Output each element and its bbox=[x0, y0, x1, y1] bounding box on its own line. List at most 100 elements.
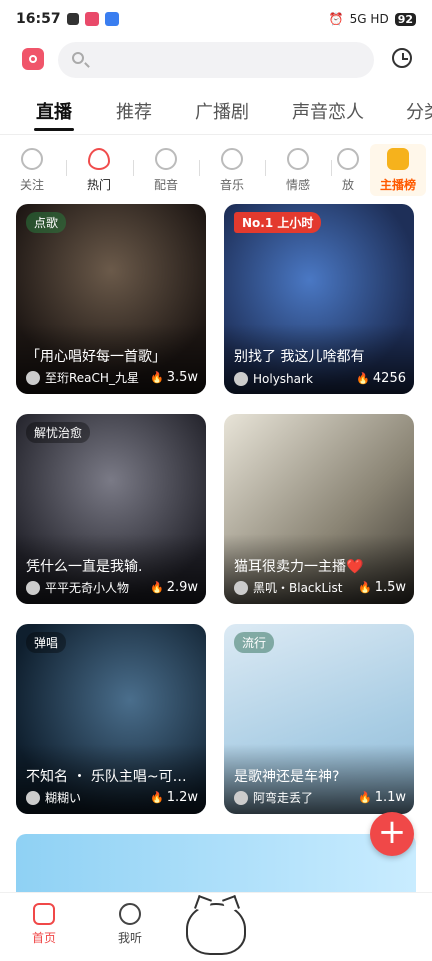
search-row bbox=[0, 40, 432, 80]
host-name: 阿弯走丢了 bbox=[253, 791, 314, 805]
divider bbox=[265, 160, 266, 176]
tab-live[interactable]: 直播 bbox=[36, 98, 72, 124]
avatar bbox=[26, 580, 40, 595]
category-label: 主播榜 bbox=[379, 178, 416, 192]
category-label: 热门 bbox=[86, 178, 111, 192]
home-icon bbox=[33, 903, 55, 925]
battery-indicator: 92 bbox=[394, 12, 416, 26]
popularity-count: 4256 bbox=[372, 371, 406, 386]
fire-icon: 🔥 bbox=[149, 371, 164, 384]
bottom-nav: 首页 我听 bbox=[0, 892, 432, 961]
category-music[interactable]: 音乐 bbox=[208, 144, 256, 193]
card-title: 凭什么一直是我输. bbox=[26, 559, 143, 575]
card-meta: 黑叽・BlackList 🔥 1.5w bbox=[234, 579, 406, 596]
category-label: 配音 bbox=[153, 178, 178, 192]
nav-label: 我听 bbox=[117, 931, 142, 945]
tab-audio-drama[interactable]: 广播剧 bbox=[195, 98, 249, 124]
avatar bbox=[234, 371, 248, 386]
live-room-card[interactable]: 解忧治愈 凭什么一直是我输. 平平无奇小人物 🔥 2.9w bbox=[16, 414, 206, 604]
live-room-card[interactable]: 点歌 「用心唱好每一首歌」 至珩ReaCH_九星 🔥 3.5w bbox=[16, 204, 206, 394]
fire-icon bbox=[88, 148, 110, 170]
host-name: 平平无奇小人物 bbox=[45, 581, 130, 595]
divider bbox=[66, 160, 67, 176]
divider bbox=[199, 160, 200, 176]
history-clock-icon[interactable] bbox=[392, 48, 412, 68]
avatar bbox=[26, 790, 40, 805]
star-icon bbox=[119, 903, 141, 925]
add-button[interactable]: + bbox=[370, 812, 414, 856]
card-tag: 解忧治愈 bbox=[26, 422, 91, 443]
live-room-card[interactable]: 猫耳很卖力一主播❤️ 黑叽・BlackList 🔥 1.5w bbox=[224, 414, 414, 604]
category-follow[interactable]: 关注 bbox=[8, 144, 56, 193]
fire-icon: 🔥 bbox=[149, 581, 164, 594]
category-anchor-rank[interactable]: 主播榜 bbox=[370, 144, 426, 196]
avatar bbox=[234, 790, 248, 805]
app-notification-icon bbox=[84, 12, 99, 26]
host-name: 糊糊い bbox=[45, 791, 82, 805]
trophy-icon bbox=[66, 13, 79, 25]
card-meta: 平平无奇小人物 🔥 2.9w bbox=[26, 579, 198, 596]
popularity-count: 1.5w bbox=[374, 580, 406, 595]
signal-text: 5G HD bbox=[349, 12, 389, 26]
divider bbox=[331, 160, 332, 176]
popularity-count: 2.9w bbox=[166, 580, 198, 595]
category-hot[interactable]: 热门 bbox=[75, 144, 123, 193]
nav-my-listening[interactable]: 我听 bbox=[100, 903, 160, 946]
tab-voice-lover[interactable]: 声音恋人 bbox=[292, 98, 364, 124]
category-emotion[interactable]: 情感 bbox=[274, 144, 322, 193]
card-tag: 弹唱 bbox=[26, 632, 67, 653]
card-title: 别找了 我这儿啥都有 bbox=[234, 349, 365, 365]
star-icon bbox=[337, 148, 359, 170]
category-label: 情感 bbox=[285, 178, 310, 192]
microphone-icon bbox=[155, 148, 177, 170]
card-meta: 阿弯走丢了 🔥 1.1w bbox=[234, 789, 406, 806]
category-label: 关注 bbox=[19, 178, 44, 192]
fire-icon: 🔥 bbox=[356, 372, 370, 385]
card-title: 不知名 ・ 乐队主唱~可… bbox=[26, 769, 187, 785]
avatar bbox=[26, 370, 40, 385]
cat-mascot-icon[interactable] bbox=[186, 903, 246, 955]
category-label: 放 bbox=[341, 178, 354, 192]
avatar bbox=[234, 580, 248, 595]
nav-home[interactable]: 首页 bbox=[14, 903, 74, 946]
heart-icon bbox=[287, 148, 309, 170]
fire-icon: 🔥 bbox=[357, 791, 372, 804]
category-dubbing[interactable]: 配音 bbox=[142, 144, 190, 193]
active-tab-indicator bbox=[34, 128, 74, 131]
host-name: 黑叽・BlackList bbox=[253, 581, 343, 595]
tab-recommend[interactable]: 推荐 bbox=[116, 98, 152, 124]
fire-icon: 🔥 bbox=[357, 581, 372, 594]
person-icon bbox=[21, 148, 43, 170]
host-name: 至珩ReaCH_九星 bbox=[45, 371, 139, 385]
card-title: 猫耳很卖力一主播❤️ bbox=[234, 559, 364, 575]
nav-label: 首页 bbox=[31, 931, 56, 945]
card-meta: 至珩ReaCH_九星 🔥 3.5w bbox=[26, 369, 198, 386]
music-disc-icon bbox=[221, 148, 243, 170]
rank-badge: No.1 上小时 bbox=[234, 212, 322, 233]
popularity-count: 3.5w bbox=[166, 370, 198, 385]
host-name: Holyshark bbox=[253, 371, 313, 386]
alarm-icon: ⏰ bbox=[328, 12, 344, 26]
card-title: 「用心唱好每一首歌」 bbox=[26, 349, 166, 365]
card-title: 是歌神还是车神? bbox=[234, 769, 340, 785]
status-time: 16:57 bbox=[16, 11, 61, 27]
live-room-card[interactable]: No.1 上小时 别找了 我这儿啥都有 Holyshark 🔥 4256 bbox=[224, 204, 414, 394]
popularity-count: 1.1w bbox=[374, 790, 406, 805]
popularity-count: 1.2w bbox=[166, 790, 198, 805]
card-meta: Holyshark 🔥 4256 bbox=[234, 371, 406, 386]
tab-category[interactable]: 分类 bbox=[406, 98, 432, 124]
divider bbox=[133, 160, 134, 176]
card-tag: 点歌 bbox=[26, 212, 67, 233]
status-bar: 16:57 ⏰ 5G HD 92 bbox=[0, 0, 432, 38]
card-meta: 糊糊い 🔥 1.2w bbox=[26, 789, 198, 806]
fire-icon: 🔥 bbox=[149, 791, 164, 804]
category-partial[interactable]: 放 bbox=[336, 144, 360, 193]
category-label: 音乐 bbox=[219, 178, 244, 192]
search-input[interactable] bbox=[58, 42, 374, 78]
card-tag: 流行 bbox=[234, 632, 275, 653]
app-logo-icon[interactable] bbox=[22, 48, 44, 70]
app-notification-icon-2 bbox=[104, 12, 119, 26]
divider bbox=[0, 134, 432, 135]
live-room-card[interactable]: 弹唱 不知名 ・ 乐队主唱~可… 糊糊い 🔥 1.2w bbox=[16, 624, 206, 814]
live-room-card[interactable]: 流行 是歌神还是车神? 阿弯走丢了 🔥 1.1w bbox=[224, 624, 414, 814]
